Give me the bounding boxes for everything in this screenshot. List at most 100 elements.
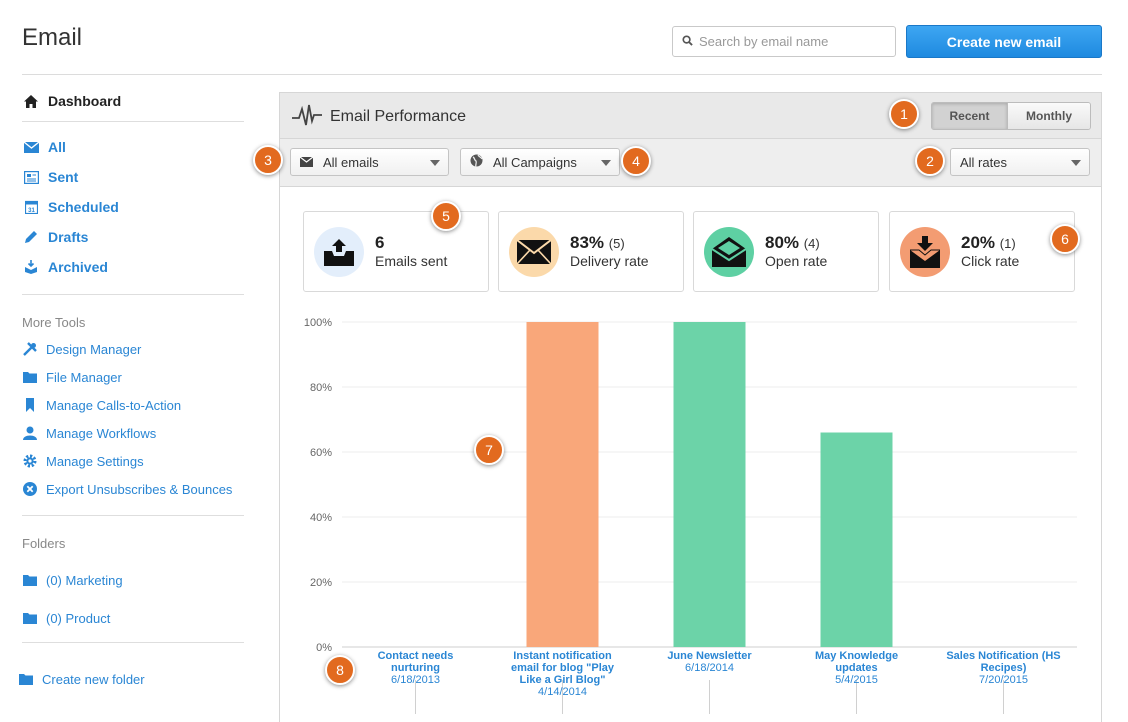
inbox-upload-icon xyxy=(314,227,364,277)
sidebar-item-label: Dashboard xyxy=(48,93,122,109)
stat-label: Emails sent xyxy=(375,253,448,269)
folders-heading: Folders xyxy=(22,536,66,551)
campaigns-filter-dropdown[interactable]: All Campaigns xyxy=(460,148,620,176)
stat-label: Click rate xyxy=(961,253,1020,269)
y-tick-label: 40% xyxy=(310,512,332,524)
divider xyxy=(22,294,244,295)
folder-icon xyxy=(18,673,34,685)
emails-filter-dropdown[interactable]: All emails xyxy=(290,148,449,176)
tool-export-unsubscribes[interactable]: Export Unsubscribes & Bounces xyxy=(22,475,244,503)
divider xyxy=(22,121,244,122)
sidebar-item-drafts[interactable]: Drafts xyxy=(22,222,244,252)
sidebar-item-all[interactable]: All xyxy=(22,132,244,162)
chart-bar[interactable] xyxy=(673,322,746,647)
annotation-badge-2: 2 xyxy=(915,146,945,176)
stat-card-click-rate[interactable]: 20% (1) Click rate xyxy=(889,211,1075,292)
sidebar-item-archived[interactable]: Archived xyxy=(22,252,244,282)
stat-value: 83% (5) xyxy=(570,233,625,252)
sidebar-item-label: All xyxy=(48,139,66,155)
rates-filter-dropdown[interactable]: All rates xyxy=(950,148,1090,176)
chevron-down-icon xyxy=(601,160,611,166)
pulse-icon xyxy=(292,103,322,134)
folder-label: (0) Product xyxy=(46,610,111,626)
y-tick-label: 60% xyxy=(310,447,332,459)
create-new-email-button[interactable]: Create new email xyxy=(906,25,1102,58)
x-tick-label[interactable]: May Knowledge updates 5/4/2015 xyxy=(787,650,927,686)
search-icon xyxy=(682,33,693,51)
chart-bar[interactable] xyxy=(820,432,893,648)
annotation-badge-1: 1 xyxy=(889,99,919,129)
panel-title: Email Performance xyxy=(330,108,467,125)
y-tick-label: 80% xyxy=(310,382,332,394)
x-tick-label[interactable]: June Newsletter 6/18/2014 xyxy=(640,650,780,674)
monthly-tab[interactable]: Monthly xyxy=(1008,103,1090,129)
annotation-badge-3: 3 xyxy=(253,145,283,175)
header-divider xyxy=(22,74,1102,75)
stat-label: Open rate xyxy=(765,253,828,269)
stat-value: 20% (1) xyxy=(961,233,1016,252)
folder-marketing[interactable]: (0) Marketing xyxy=(22,566,244,594)
chevron-down-icon xyxy=(430,160,440,166)
y-tick-label: 20% xyxy=(310,577,332,589)
dropdown-value: All Campaigns xyxy=(493,154,577,170)
envelope-download-icon xyxy=(900,227,950,277)
stat-card-open-rate[interactable]: 80% (4) Open rate xyxy=(693,211,879,292)
open-envelope-icon xyxy=(704,227,754,277)
sidebar-item-sent[interactable]: Sent xyxy=(22,162,244,192)
x-tick-date: 6/18/2014 xyxy=(685,662,734,674)
x-tick-label[interactable]: Instant notification email for blog "Play… xyxy=(493,650,633,698)
folder-icon xyxy=(22,574,38,586)
sidebar-item-dashboard[interactable]: Dashboard xyxy=(22,90,244,112)
sidebar-item-label: Scheduled xyxy=(48,199,119,215)
x-tick-label[interactable]: Contact needs nurturing 6/18/2013 xyxy=(346,650,486,686)
tools-icon xyxy=(22,342,38,356)
x-tick-date: 6/18/2013 xyxy=(391,674,440,686)
tool-manage-workflows[interactable]: Manage Workflows xyxy=(22,419,244,447)
more-tools-heading: More Tools xyxy=(22,315,86,330)
x-tick-date: 7/20/2015 xyxy=(979,674,1028,686)
tool-design-manager[interactable]: Design Manager xyxy=(22,335,244,363)
x-tick-label[interactable]: Sales Notification (HS Recipes) 7/20/2015 xyxy=(934,650,1074,686)
stat-card-delivery-rate[interactable]: 83% (5) Delivery rate xyxy=(498,211,684,292)
sidebar-item-scheduled[interactable]: 31 Scheduled xyxy=(22,192,244,222)
tool-label: Export Unsubscribes & Bounces xyxy=(46,481,233,497)
stat-card-emails-sent[interactable]: 6 Emails sent xyxy=(303,211,489,292)
annotation-badge-6: 6 xyxy=(1050,224,1080,254)
sidebar-item-label: Archived xyxy=(48,259,108,275)
chevron-down-icon xyxy=(1071,160,1081,166)
x-tick-date: 5/4/2015 xyxy=(835,674,878,686)
gear-icon xyxy=(22,454,38,468)
envelope-icon xyxy=(22,141,40,153)
stat-label: Delivery rate xyxy=(570,253,649,269)
email-performance-panel: Email Performance Recent Monthly All ema… xyxy=(279,92,1102,722)
search-box[interactable] xyxy=(672,26,896,57)
tool-label: File Manager xyxy=(46,369,122,385)
tool-file-manager[interactable]: File Manager xyxy=(22,363,244,391)
create-folder-label: Create new folder xyxy=(42,671,145,687)
y-tick-label: 100% xyxy=(304,317,332,329)
folder-product[interactable]: (0) Product xyxy=(22,604,244,632)
create-folder-link[interactable]: Create new folder xyxy=(18,665,244,693)
newspaper-icon xyxy=(22,170,40,184)
tool-label: Manage Workflows xyxy=(46,425,157,441)
stat-value: 6 xyxy=(375,233,385,252)
recent-tab[interactable]: Recent xyxy=(932,103,1008,129)
sidebar: Dashboard All Sent 31 Scheduled Drafts A… xyxy=(19,90,244,693)
tool-label: Design Manager xyxy=(46,341,142,357)
tool-manage-settings[interactable]: Manage Settings xyxy=(22,447,244,475)
search-input[interactable] xyxy=(699,34,889,49)
calendar-icon: 31 xyxy=(22,200,40,214)
performance-bar-chart: 0% 20% 40% 60% 80% 100% Contact needs nurturin… xyxy=(280,308,1103,722)
envelope-icon xyxy=(299,155,314,170)
annotation-badge-5: 5 xyxy=(431,201,461,231)
dropdown-value: All emails xyxy=(323,154,379,170)
dropdown-value: All rates xyxy=(960,154,1007,170)
tool-label: Manage Calls-to-Action xyxy=(46,397,182,413)
annotation-badge-8: 8 xyxy=(325,655,355,685)
filter-bar: All emails All Campaigns All rates xyxy=(280,139,1101,187)
y-tick-label: 0% xyxy=(316,642,332,654)
folder-icon xyxy=(22,612,38,624)
sidebar-item-label: Drafts xyxy=(48,229,89,245)
tool-manage-ctas[interactable]: Manage Calls-to-Action xyxy=(22,391,244,419)
chart-bar[interactable] xyxy=(526,322,599,647)
